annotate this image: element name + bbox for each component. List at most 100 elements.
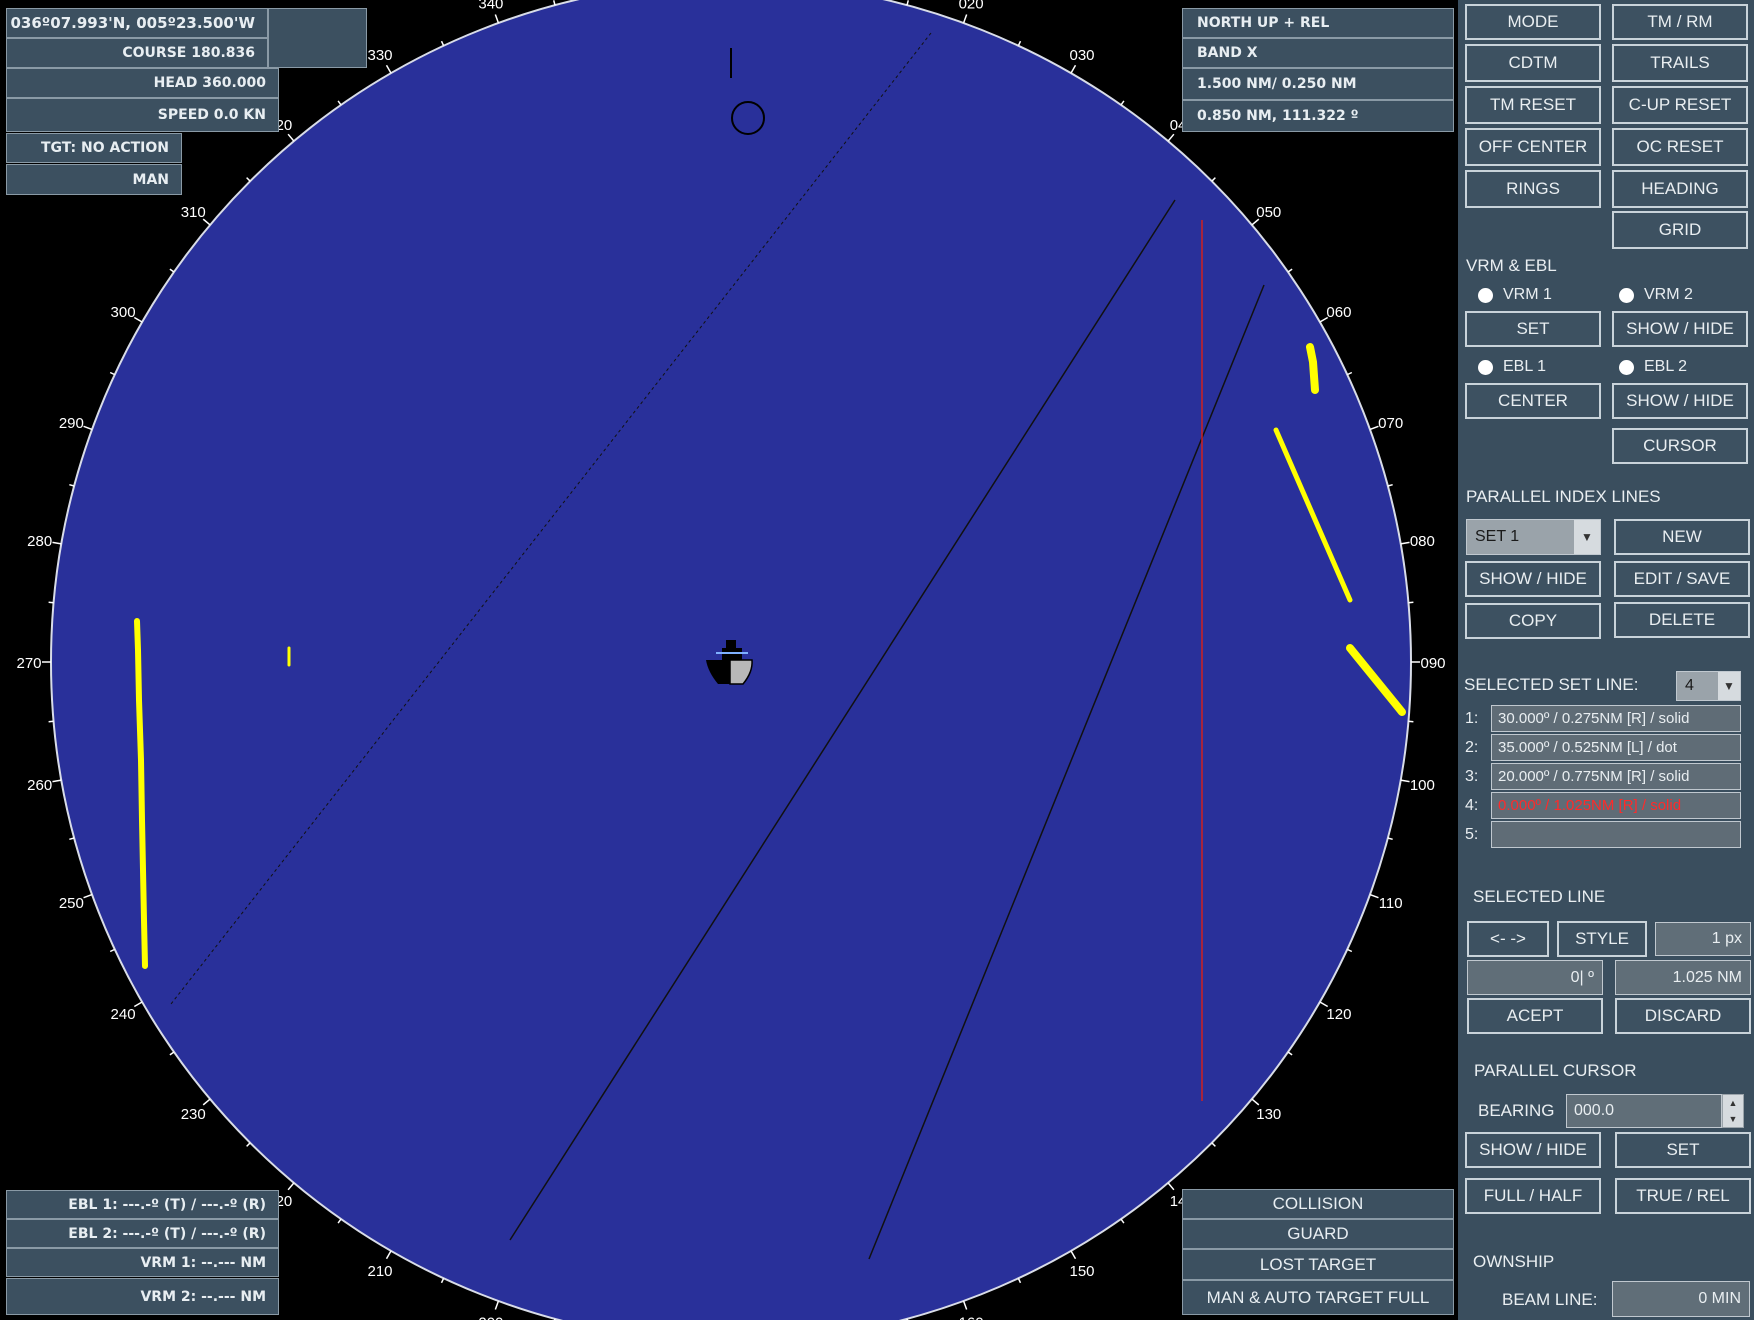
vrm-show-hide-button[interactable]: SHOW / HIDE [1612,311,1748,347]
parallel-cursor-title: PARALLEL CURSOR [1474,1061,1637,1080]
vrm2-readout: VRM 2: --.--- NM [6,1278,279,1315]
bearing-tick [202,1098,211,1106]
spin-up-icon[interactable]: ▲ [1723,1095,1743,1111]
bearing-tick [52,779,62,783]
selected-set-line-select[interactable]: 4 ▼ [1676,671,1741,701]
alarm-guard[interactable]: GUARD [1182,1219,1454,1249]
heading-button[interactable]: HEADING [1612,170,1748,208]
heading-readout: HEAD 360.000 [6,68,279,98]
bearing-tick [1369,893,1379,899]
grid-button[interactable]: GRID [1612,211,1748,249]
selected-set-line-value: 4 [1685,677,1694,694]
bearing-label: 020 [959,0,984,12]
true-rel-button[interactable]: TRUE / REL [1615,1178,1751,1214]
pil-show-hide-button[interactable]: SHOW / HIDE [1465,561,1601,597]
off-center-button[interactable]: OFF CENTER [1465,128,1601,166]
set-line-number: 5: [1465,826,1479,843]
course-readout: COURSE 180.836 [6,38,268,68]
spin-down-icon[interactable]: ▼ [1723,1111,1743,1127]
ebl1-radio[interactable] [1478,360,1493,375]
echo-ne-1 [1306,343,1319,394]
bearing-label: 030 [1069,47,1094,64]
beam-line-field[interactable]: 0 MIN [1612,1281,1750,1317]
trails-button[interactable]: TRAILS [1612,44,1748,82]
tm-rm-button[interactable]: TM / RM [1612,4,1748,40]
bearing-tick [962,14,968,24]
ebl2-radio[interactable] [1619,360,1634,375]
pil-delete-button[interactable]: DELETE [1614,602,1750,638]
pil-edit-save-button[interactable]: EDIT / SAVE [1614,561,1750,597]
bearing-label: 240 [111,1006,136,1023]
bearing-label: 260 [27,777,52,794]
set-line-item[interactable] [1491,821,1741,848]
vrm2-radio[interactable] [1619,288,1634,303]
bearing-tick [440,1277,445,1284]
position-readout: 036º07.993'N, 005º23.500'W [6,8,268,38]
bearing-tick [1346,371,1353,376]
bearing-tick [169,1051,175,1056]
chevron-down-icon[interactable]: ▼ [1717,672,1740,700]
vrm1-radio[interactable] [1478,288,1493,303]
line-distance-field[interactable]: 1.025 NM [1615,960,1751,995]
alarm-lost-target[interactable]: LOST TARGET [1182,1249,1454,1280]
set-line-item[interactable]: 30.000º / 0.275NM [R] / solid [1491,705,1741,732]
vrm-set-button[interactable]: SET [1465,311,1601,347]
speed-readout: SPEED 0.0 KN [6,98,279,132]
full-half-button[interactable]: FULL / HALF [1465,1178,1601,1214]
chevron-down-icon[interactable]: ▼ [1573,520,1600,554]
bearing-label: 130 [1256,1106,1281,1123]
target-mode: MAN [6,164,182,195]
bearing-tick [246,177,251,182]
bearing-tick [494,1300,500,1310]
beam-line-label: BEAM LINE: [1502,1290,1598,1309]
cup-reset-button[interactable]: C-UP RESET [1612,86,1748,124]
vrm1-readout: VRM 1: --.--- NM [6,1248,279,1277]
discard-button[interactable]: DISCARD [1615,998,1751,1034]
cursor-button[interactable]: CURSOR [1612,428,1748,464]
pil-new-button[interactable]: NEW [1614,519,1750,555]
set-line-item-selected[interactable]: 0.000º / 1.025NM [R] / solid [1491,792,1741,819]
ebl1-label: EBL 1 [1503,358,1546,375]
ebl-center-button[interactable]: CENTER [1465,383,1601,419]
bearing-tick [83,425,93,431]
line-width-field[interactable]: 1 px [1655,922,1751,956]
radar-display[interactable]: 0000100200300400500600700800901001101201… [0,0,1458,1320]
pc-show-hide-button[interactable]: SHOW / HIDE [1465,1132,1601,1168]
pil-copy-button[interactable]: COPY [1465,603,1601,639]
style-button[interactable]: STYLE [1557,921,1647,957]
ebl-show-hide-button[interactable]: SHOW / HIDE [1612,383,1748,419]
oc-reset-button[interactable]: OC RESET [1612,128,1748,166]
line-angle-field[interactable]: 0| º [1467,960,1603,995]
bearing-tick [1167,1182,1175,1191]
bearing-tick [287,133,295,142]
acept-button[interactable]: ACEPT [1467,998,1603,1034]
bearing-input[interactable]: 000.0 [1566,1094,1722,1128]
bearing-tick [337,1218,342,1224]
bearing-tick [1120,1218,1125,1224]
mode-button[interactable]: MODE [1465,4,1601,40]
position-readout-ext [268,8,367,68]
tm-reset-button[interactable]: TM RESET [1465,86,1601,124]
swap-direction-button[interactable]: <- -> [1467,921,1549,957]
bearing-spinner[interactable]: ▲ ▼ [1722,1094,1744,1128]
alarm-target-full[interactable]: MAN & AUTO TARGET FULL [1182,1280,1454,1315]
bearing-tick [169,268,175,273]
bearing-label: 310 [181,204,206,221]
bearing-label: BEARING [1478,1101,1555,1120]
rings-button[interactable]: RINGS [1465,170,1601,208]
bearing-label: 110 [1379,895,1403,912]
set-line-number: 2: [1465,739,1479,756]
radar-screen[interactable]: 0000100200300400500600700800901001101201… [0,0,1458,1320]
bearing-tick [494,14,500,24]
bearing-tick [1070,1250,1077,1260]
bearing-tick [1287,268,1293,273]
pil-set-select[interactable]: SET 1 ▼ [1466,519,1601,555]
set-line-item[interactable]: 20.000º / 0.775NM [R] / solid [1491,763,1741,790]
cdtm-button[interactable]: CDTM [1465,44,1601,82]
pil-title: PARALLEL INDEX LINES [1466,487,1661,506]
pc-set-button[interactable]: SET [1615,1132,1751,1168]
band-readout: BAND X [1182,38,1454,68]
bearing-label: 080 [1410,533,1435,550]
alarm-collision[interactable]: COLLISION [1182,1189,1454,1219]
set-line-item[interactable]: 35.000º / 0.525NM [L] / dot [1491,734,1741,761]
